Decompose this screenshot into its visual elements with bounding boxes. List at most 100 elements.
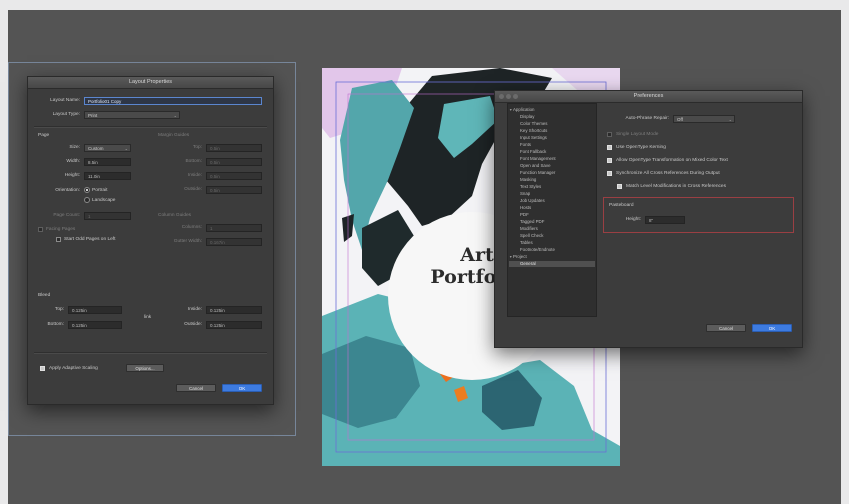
page-heading: Page bbox=[38, 133, 50, 138]
chevron-down-icon: ⌄ bbox=[173, 113, 177, 118]
tree-item[interactable]: Footnote/Endnote bbox=[520, 247, 555, 252]
margin-bottom-input[interactable]: 0.5in bbox=[206, 158, 262, 166]
preferences-title: Preferences bbox=[495, 91, 802, 103]
orientation-label: Orientation: bbox=[55, 188, 80, 193]
disclosure-down-icon[interactable]: ▼ bbox=[509, 255, 512, 259]
tree-item[interactable]: Modifiers bbox=[520, 226, 538, 231]
chevron-down-icon: ⌄ bbox=[124, 146, 128, 151]
chevron-down-icon: ⌄ bbox=[728, 117, 732, 122]
tree-item[interactable]: Font Management bbox=[520, 156, 556, 161]
tree-item[interactable]: Spell Check bbox=[520, 233, 543, 238]
layout-type-select[interactable]: Print ⌄ bbox=[84, 111, 180, 119]
bleed-outside-input[interactable]: 0.125in bbox=[206, 321, 262, 329]
tree-item[interactable]: Color Themes bbox=[520, 121, 548, 126]
page-count-label: Page Count: bbox=[53, 213, 80, 218]
layout-name-label: Layout Name: bbox=[50, 98, 80, 103]
zoom-icon[interactable] bbox=[513, 94, 518, 99]
layout-properties-title: Layout Properties bbox=[28, 77, 273, 89]
minimize-icon[interactable] bbox=[506, 94, 511, 99]
margin-top-label: Top: bbox=[192, 145, 202, 150]
ok-button[interactable]: OK bbox=[752, 324, 792, 332]
divider bbox=[34, 126, 267, 128]
link-bleed-toggle[interactable]: link bbox=[144, 315, 151, 320]
disclosure-down-icon[interactable]: ▼ bbox=[509, 108, 512, 112]
bleed-inside-input[interactable]: 0.125in bbox=[206, 306, 262, 314]
portrait-label: Portrait bbox=[92, 188, 108, 193]
start-odd-pages-checkbox[interactable] bbox=[56, 237, 61, 242]
bleed-outside-label: Outside: bbox=[184, 322, 202, 327]
tree-item[interactable]: Hosts bbox=[520, 205, 531, 210]
margin-bottom-label: Bottom: bbox=[185, 159, 202, 164]
tree-item[interactable]: Open and Save bbox=[520, 163, 551, 168]
width-label: Width: bbox=[66, 159, 80, 164]
bleed-heading: Bleed bbox=[38, 293, 51, 298]
bleed-bottom-input[interactable]: 0.125in bbox=[68, 321, 122, 329]
opentype-transform-checkbox[interactable] bbox=[607, 158, 612, 163]
ok-button[interactable]: OK bbox=[222, 384, 262, 392]
bleed-top-label: Top: bbox=[54, 307, 64, 312]
margin-inside-input[interactable]: 0.5in bbox=[206, 172, 262, 180]
columns-input[interactable]: 1 bbox=[206, 224, 262, 232]
width-input[interactable]: 8.5in bbox=[84, 158, 131, 166]
opentype-transform-label: Allow OpenType Transformation on Mixed C… bbox=[616, 158, 728, 163]
tree-item[interactable]: Function Manager bbox=[520, 170, 555, 175]
divider bbox=[34, 352, 267, 354]
pasteboard-height-label: Height: bbox=[625, 217, 641, 222]
page-count-input[interactable]: 1 bbox=[84, 212, 131, 220]
auto-phrase-select[interactable]: Off ⌄ bbox=[673, 115, 735, 123]
bleed-inside-label: Inside: bbox=[187, 307, 202, 312]
layout-type-value: Print bbox=[88, 113, 98, 118]
pasteboard-height-input[interactable]: 8" bbox=[645, 216, 685, 224]
column-guides-heading: Column Guides bbox=[158, 213, 192, 218]
tree-item[interactable]: Font Fallback bbox=[520, 149, 546, 154]
margin-top-input[interactable]: 0.5in bbox=[206, 144, 262, 152]
single-layout-checkbox[interactable] bbox=[607, 132, 612, 137]
tree-group-application[interactable]: Application bbox=[513, 107, 534, 112]
gutter-width-input[interactable]: 0.167in bbox=[206, 238, 262, 246]
tree-item[interactable]: Job Updates bbox=[520, 198, 545, 203]
opentype-kerning-label: Use OpenType Kerning bbox=[616, 145, 666, 150]
tree-item[interactable]: Display bbox=[520, 114, 534, 119]
tree-item[interactable]: Text Styles bbox=[520, 184, 541, 189]
tree-item-general[interactable]: General bbox=[520, 261, 536, 266]
margin-inside-label: Inside: bbox=[187, 173, 202, 178]
opentype-kerning-checkbox[interactable] bbox=[607, 145, 612, 150]
gutter-width-label: Gutter Width: bbox=[173, 239, 202, 244]
facing-pages-label: Facing Pages bbox=[46, 227, 76, 232]
bleed-top-input[interactable]: 0.125in bbox=[68, 306, 122, 314]
tree-item[interactable]: Fonts bbox=[520, 142, 531, 147]
cancel-button[interactable]: Cancel bbox=[176, 384, 216, 392]
preferences-dialog: Preferences ▼ Application Display Color … bbox=[494, 90, 803, 348]
sync-xrefs-checkbox[interactable] bbox=[607, 171, 612, 176]
single-layout-label: Single Layout Mode bbox=[616, 132, 659, 137]
close-icon[interactable] bbox=[499, 94, 504, 99]
adaptive-scaling-label: Apply Adaptive Scaling bbox=[49, 366, 98, 371]
landscape-radio[interactable] bbox=[84, 197, 90, 203]
bleed-bottom-label: Bottom: bbox=[47, 322, 64, 327]
tree-item[interactable]: Masking bbox=[520, 177, 536, 182]
match-level-checkbox[interactable] bbox=[617, 184, 622, 189]
size-select[interactable]: Custom ⌄ bbox=[84, 144, 131, 152]
preferences-title-text: Preferences bbox=[633, 93, 664, 99]
preferences-tree[interactable]: ▼ Application Display Color Themes Key S… bbox=[507, 103, 597, 317]
cancel-button[interactable]: Cancel bbox=[706, 324, 746, 332]
landscape-label: Landscape bbox=[92, 198, 116, 203]
margin-outside-input[interactable]: 0.5in bbox=[206, 186, 262, 194]
match-level-label: Match Level Modifications in Cross Refer… bbox=[626, 184, 726, 189]
portrait-radio[interactable] bbox=[84, 187, 90, 193]
size-label: Size: bbox=[69, 145, 80, 150]
tree-item[interactable]: Key Shortcuts bbox=[520, 128, 547, 133]
auto-phrase-value: Off bbox=[677, 117, 683, 122]
tree-item[interactable]: Tagged PDF bbox=[520, 219, 544, 224]
facing-pages-checkbox[interactable] bbox=[38, 227, 43, 232]
tree-item[interactable]: PDF bbox=[520, 212, 529, 217]
layout-name-input[interactable]: Portfolio01 Copy bbox=[84, 97, 262, 105]
tree-group-project[interactable]: Project bbox=[513, 254, 527, 259]
margin-outside-label: Outside: bbox=[184, 187, 202, 192]
adaptive-scaling-checkbox[interactable] bbox=[40, 366, 45, 371]
tree-item[interactable]: Snap bbox=[520, 191, 530, 196]
height-input[interactable]: 11.0in bbox=[84, 172, 131, 180]
tree-item[interactable]: Input Settings bbox=[520, 135, 547, 140]
options-button[interactable]: Options... bbox=[126, 364, 164, 372]
tree-item[interactable]: Tables bbox=[520, 240, 533, 245]
